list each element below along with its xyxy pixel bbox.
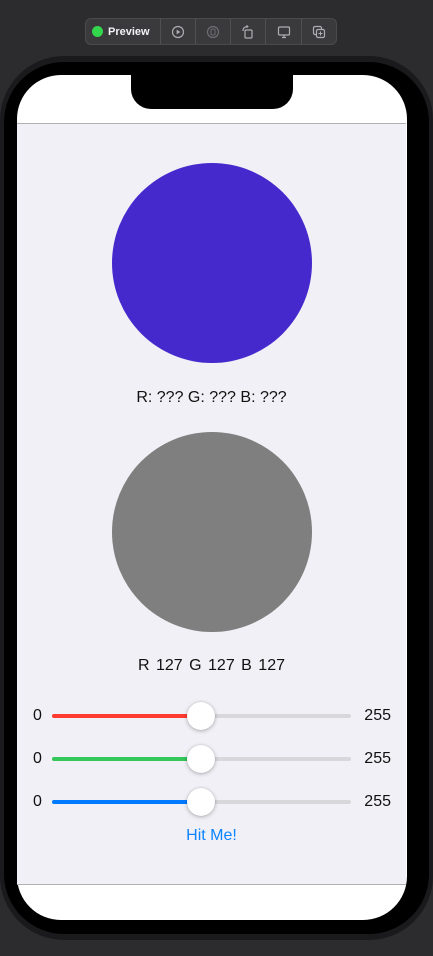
green-slider-row: 0 255 (17, 744, 406, 774)
green-slider-min-label: 0 (33, 750, 42, 767)
rotate-device-button[interactable] (230, 19, 265, 44)
red-slider-min-label: 0 (33, 707, 42, 724)
hit-me-button[interactable]: Hit Me! (17, 827, 406, 845)
status-dot-icon (92, 26, 103, 37)
rotate-device-icon (242, 24, 253, 39)
current-color-circle (112, 432, 312, 632)
preview-toolbar: Preview (85, 18, 337, 45)
blue-slider-row: 0 255 (17, 787, 406, 817)
current-color-label: R 127 G 127 B 127 (138, 657, 285, 674)
green-slider[interactable] (52, 745, 351, 773)
blue-slider-thumb[interactable] (186, 788, 215, 816)
blue-slider-min-label: 0 (33, 793, 42, 810)
device-settings-button[interactable] (265, 19, 300, 44)
duplicate-button[interactable] (300, 19, 336, 44)
red-slider-fill (52, 714, 201, 718)
green-slider-max-label: 255 (364, 750, 391, 767)
red-slider-max-label: 255 (364, 707, 391, 724)
selectable-icon (206, 25, 220, 38)
device-notch (131, 75, 293, 109)
blue-slider-fill (52, 800, 201, 804)
selectable-button[interactable] (194, 19, 230, 44)
preview-tab[interactable]: Preview (86, 19, 160, 44)
red-slider-row: 0 255 (17, 701, 406, 731)
blue-slider[interactable] (52, 788, 351, 816)
preview-label: Preview (108, 25, 150, 38)
device-settings-icon (277, 25, 290, 38)
blue-slider-max-label: 255 (364, 793, 391, 810)
green-slider-thumb[interactable] (186, 745, 215, 773)
green-slider-fill (52, 757, 201, 761)
duplicate-icon (312, 25, 325, 38)
live-preview-icon (171, 25, 184, 38)
live-preview-button[interactable] (159, 19, 195, 44)
target-color-circle (112, 163, 312, 363)
red-slider[interactable] (52, 702, 351, 730)
app-canvas: R: ??? G: ??? B: ??? R 127 G 127 B 127 0… (17, 123, 406, 885)
red-slider-thumb[interactable] (186, 702, 215, 730)
target-color-label: R: ??? G: ??? B: ??? (136, 389, 287, 406)
